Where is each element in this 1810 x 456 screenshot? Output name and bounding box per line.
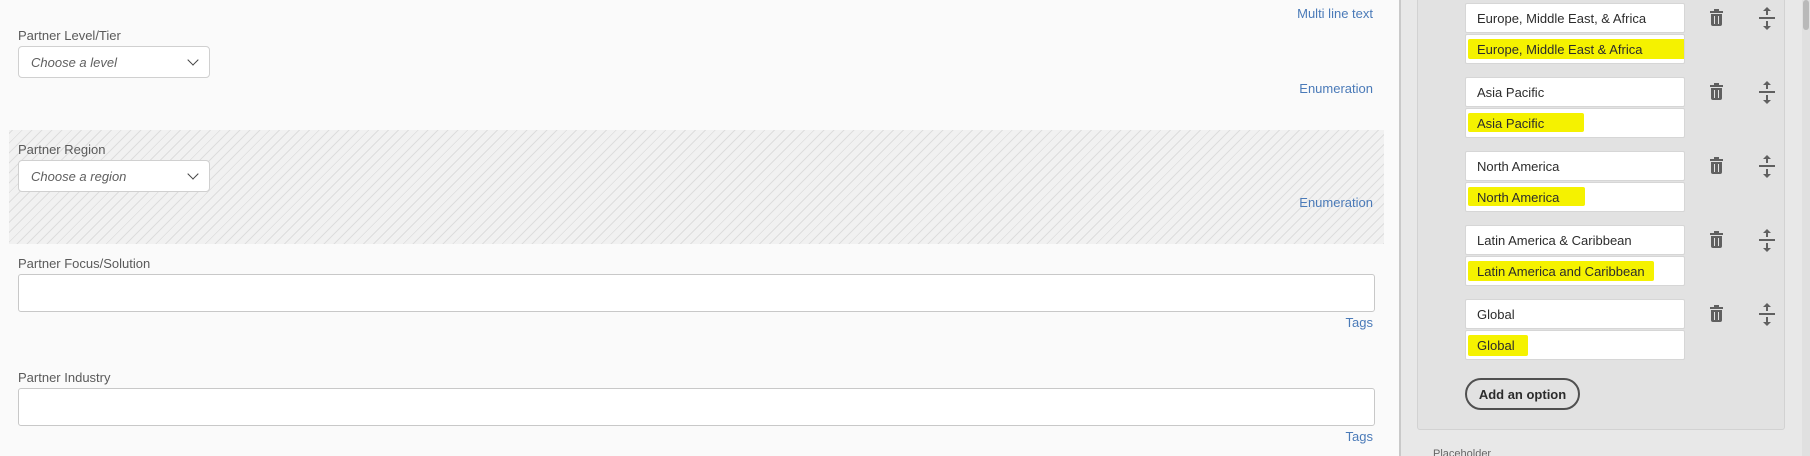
field-label: Partner Focus/Solution xyxy=(18,256,151,271)
region-select[interactable]: Choose a region xyxy=(18,160,210,192)
option-translation-input[interactable]: Global xyxy=(1465,330,1685,360)
field-type-enumeration[interactable]: Enumeration xyxy=(1299,195,1373,210)
option-translation-text: Europe, Middle East & Africa xyxy=(1477,41,1643,57)
option-value-input[interactable]: Global xyxy=(1465,299,1685,329)
trash-icon[interactable] xyxy=(1710,231,1723,248)
option-value-text: Global xyxy=(1477,306,1515,322)
add-option-button[interactable]: Add an option xyxy=(1465,378,1580,410)
field-label: Partner Industry xyxy=(18,370,111,385)
option-translation-text: North America xyxy=(1477,189,1560,205)
chevron-down-icon xyxy=(187,54,199,66)
field-label: Partner Region xyxy=(18,142,106,157)
next-section-label: Placeholder xyxy=(1433,448,1492,456)
focus-input[interactable] xyxy=(18,274,1375,312)
field-type-tags[interactable]: Tags xyxy=(1346,315,1373,330)
properties-panel: Europe, Middle East, & Africa Europe, Mi… xyxy=(1401,0,1810,456)
trash-icon[interactable] xyxy=(1710,83,1723,100)
form-canvas: Multi line text Partner Level/Tier Choos… xyxy=(0,0,1400,456)
move-icon[interactable] xyxy=(1759,229,1775,252)
option-value-input[interactable]: Latin America & Caribbean xyxy=(1465,225,1685,255)
select-placeholder: Choose a region xyxy=(31,168,127,184)
level-select[interactable]: Choose a level xyxy=(18,46,210,78)
industry-input[interactable] xyxy=(18,388,1375,426)
select-placeholder: Choose a level xyxy=(31,54,117,70)
option-translation-text: Asia Pacific xyxy=(1477,115,1545,131)
option-value-input[interactable]: Asia Pacific xyxy=(1465,77,1685,107)
option-value-text: Latin America & Caribbean xyxy=(1477,232,1632,248)
move-icon[interactable] xyxy=(1759,7,1775,30)
option-value-text: Europe, Middle East, & Africa xyxy=(1477,10,1647,26)
field-type-multiline[interactable]: Multi line text xyxy=(1297,6,1373,21)
selected-field-highlight xyxy=(9,130,1384,244)
trash-icon[interactable] xyxy=(1710,157,1723,174)
move-icon[interactable] xyxy=(1759,155,1775,178)
chevron-down-icon xyxy=(187,168,199,180)
options-list: Europe, Middle East, & Africa Europe, Mi… xyxy=(1417,0,1785,430)
option-translation-input[interactable]: Europe, Middle East & Africa xyxy=(1465,34,1685,64)
option-translation-input[interactable]: Latin America and Caribbean xyxy=(1465,256,1685,286)
scrollbar[interactable] xyxy=(1802,0,1810,456)
option-translation-input[interactable]: Asia Pacific xyxy=(1465,108,1685,138)
scrollbar-thumb[interactable] xyxy=(1803,0,1809,30)
move-icon[interactable] xyxy=(1759,303,1775,326)
move-icon[interactable] xyxy=(1759,81,1775,104)
field-type-tags[interactable]: Tags xyxy=(1346,429,1373,444)
option-translation-text: Global xyxy=(1477,337,1515,353)
field-type-enumeration[interactable]: Enumeration xyxy=(1299,81,1373,96)
field-label: Partner Level/Tier xyxy=(18,28,121,43)
option-translation-text: Latin America and Caribbean xyxy=(1477,263,1645,279)
option-value-text: North America xyxy=(1477,158,1560,174)
option-translation-input[interactable]: North America xyxy=(1465,182,1685,212)
option-value-text: Asia Pacific xyxy=(1477,84,1545,100)
trash-icon[interactable] xyxy=(1710,9,1723,26)
option-value-input[interactable]: North America xyxy=(1465,151,1685,181)
trash-icon[interactable] xyxy=(1710,305,1723,322)
option-value-input[interactable]: Europe, Middle East, & Africa xyxy=(1465,3,1685,33)
